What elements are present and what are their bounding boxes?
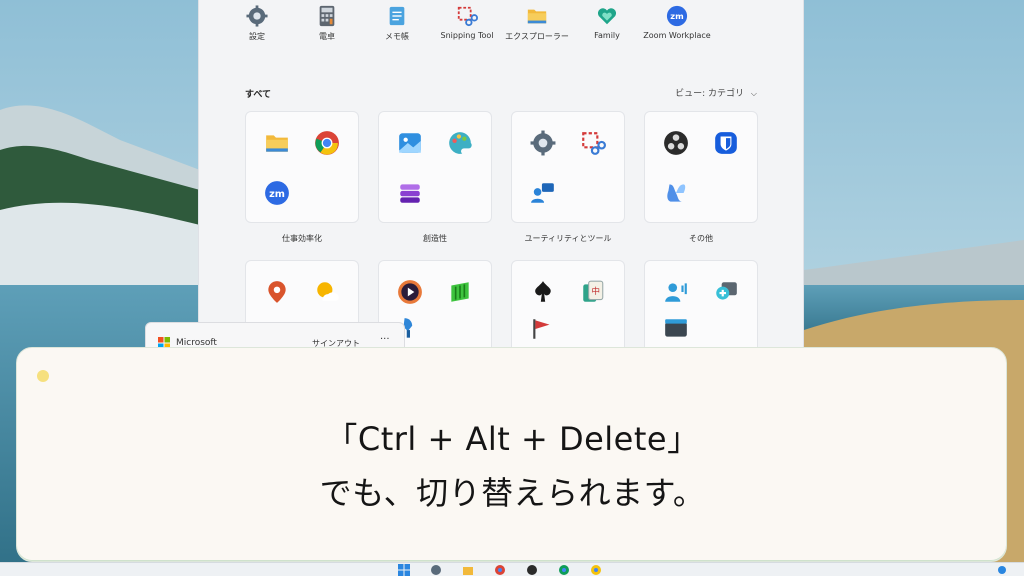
chrome-icon[interactable] — [558, 564, 570, 576]
more-options-button[interactable]: ··· — [380, 334, 390, 345]
gear-icon[interactable] — [430, 564, 442, 576]
pinned-app-zoom[interactable]: zm Zoom Workplace — [642, 5, 712, 49]
caption-line-1: 「Ctrl + Alt + Delete」 — [325, 420, 700, 458]
taskbar — [0, 562, 1024, 576]
solitaire-icon — [530, 279, 556, 305]
pinned-app-label: 設定 — [249, 32, 265, 41]
caption-panel: 「Ctrl + Alt + Delete」 でも、切り替えられます。 — [16, 347, 1007, 562]
view-switch-label: ビュー: カテゴリ — [675, 89, 745, 99]
pinned-app-snipping-tool[interactable]: Snipping Tool — [432, 5, 502, 49]
category-productivity[interactable]: zm — [245, 111, 359, 223]
weather-icon — [314, 279, 340, 305]
quick-assist-icon — [530, 180, 556, 206]
folder-icon — [527, 9, 547, 24]
caption-line-2: でも、切り替えられます。 — [319, 474, 706, 512]
photos-icon — [397, 130, 423, 156]
folder-icon[interactable] — [462, 564, 474, 576]
game-flag-icon — [530, 316, 556, 342]
chrome-icon[interactable] — [494, 564, 506, 576]
start-menu: 設定 電卓 メモ帳 Snipping Tool エクスプローラー Family … — [198, 0, 804, 372]
obs-icon[interactable] — [526, 564, 538, 576]
pinned-app-label: 電卓 — [319, 32, 335, 41]
obs-icon — [663, 130, 689, 156]
pinned-app-notepad[interactable]: メモ帳 — [362, 5, 432, 49]
caption-dot — [37, 370, 49, 382]
chrome-icon[interactable] — [590, 564, 602, 576]
pinned-app-family[interactable]: Family — [572, 5, 642, 49]
maps-icon — [264, 279, 290, 305]
category-creativity[interactable] — [378, 111, 492, 223]
zoom-icon: zm — [264, 180, 290, 206]
clipchamp-icon — [397, 180, 423, 206]
gear-icon — [246, 5, 268, 27]
folder-icon — [264, 130, 290, 156]
pinned-app-label: メモ帳 — [385, 32, 409, 41]
view-switch-button[interactable]: ビュー: カテゴリ ⌵ — [675, 86, 757, 99]
people-icon — [663, 279, 689, 305]
family-heart-icon — [597, 8, 617, 25]
pinned-app-explorer[interactable]: エクスプローラー — [502, 5, 572, 49]
notification-icon[interactable] — [996, 564, 1008, 576]
notepad-icon — [389, 6, 405, 26]
svg-text:zm: zm — [269, 189, 285, 200]
category-other[interactable] — [644, 111, 758, 223]
media-player-icon — [397, 279, 423, 305]
category-label: 創造性 — [423, 234, 447, 243]
chrome-icon — [314, 130, 340, 156]
category-utilities[interactable] — [511, 111, 625, 223]
category-label: 仕事効率化 — [282, 234, 322, 243]
zoom-icon: zm — [666, 5, 688, 27]
category-label: ユーティリティとツール — [524, 234, 612, 243]
pinned-app-label: エクスプローラー — [505, 32, 569, 41]
mahjong-icon: 中 — [580, 279, 606, 305]
category-label: その他 — [689, 234, 713, 243]
green-app-icon — [447, 279, 473, 305]
snipping-tool-icon — [457, 6, 478, 27]
pinned-app-label: Snipping Tool — [440, 31, 494, 40]
windows-start-icon[interactable] — [398, 564, 410, 576]
magnifier-icon — [713, 279, 739, 305]
copilot-icon — [663, 180, 689, 206]
all-apps-title: すべて — [245, 90, 272, 100]
pinned-app-label: Zoom Workplace — [643, 31, 711, 40]
paint-icon — [447, 130, 473, 156]
snipping-tool-icon — [580, 130, 606, 156]
pinned-apps-row: 設定 電卓 メモ帳 Snipping Tool エクスプローラー Family … — [229, 5, 729, 49]
svg-text:zm: zm — [670, 11, 683, 21]
pinned-app-calculator[interactable]: 電卓 — [292, 5, 362, 49]
calculator-icon — [319, 5, 335, 27]
keyboard-icon — [663, 316, 689, 342]
pinned-app-settings[interactable]: 設定 — [222, 5, 292, 49]
pinned-app-label: Family — [594, 31, 620, 40]
gear-icon — [530, 130, 556, 156]
bitwarden-icon — [713, 130, 739, 156]
svg-text:中: 中 — [591, 285, 600, 297]
chevron-down-icon: ⌵ — [750, 89, 757, 98]
